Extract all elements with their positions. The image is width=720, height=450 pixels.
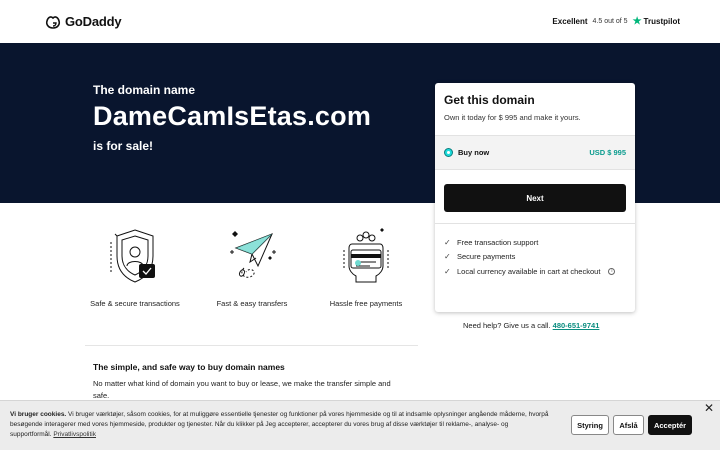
godaddy-logo-icon xyxy=(45,15,61,29)
close-icon[interactable]: ✕ xyxy=(703,401,715,415)
trustpilot-brand: ★ Trustpilot xyxy=(633,16,680,27)
trustpilot-label: Trustpilot xyxy=(643,17,680,26)
feature-text: Free transaction support xyxy=(457,237,539,247)
feature-item: ✓ Secure payments xyxy=(444,250,615,265)
section-divider xyxy=(85,345,418,346)
cookie-text: Vi bruger cookies. Vi bruger værktøjer, … xyxy=(10,410,550,440)
buy-now-option[interactable]: Buy now USD $ 995 xyxy=(435,135,635,170)
radio-selected-icon[interactable] xyxy=(444,148,453,157)
check-icon: ✓ xyxy=(444,237,451,247)
buy-now-label: Buy now xyxy=(458,148,490,157)
hero-kicker: The domain name xyxy=(93,83,196,97)
top-bar: GoDaddy Excellent 4.5 out of 5 ★ Trustpi… xyxy=(0,0,720,43)
feature-item: ✓ Local currency available in cart at ch… xyxy=(444,264,616,279)
brand-name: GoDaddy xyxy=(65,14,122,29)
reject-cookies-button[interactable]: Afslå xyxy=(613,415,644,435)
cookie-title: Vi bruger cookies. xyxy=(10,411,67,418)
cookie-banner: Vi bruger cookies. Vi bruger værktøjer, … xyxy=(0,400,720,450)
paper-plane-icon xyxy=(230,231,276,278)
benefit-payments: Hassle free payments xyxy=(311,222,421,308)
card-subtitle: Own it today for $ 995 and make it yours… xyxy=(444,113,581,122)
feature-item: ✓ Free transaction support xyxy=(444,235,615,250)
manage-cookies-button[interactable]: Styring xyxy=(571,415,609,435)
info-icon[interactable]: i xyxy=(608,267,616,275)
check-icon: ✓ xyxy=(444,266,451,276)
card-divider xyxy=(435,223,635,224)
benefits-row: Safe & secure transactions Fast & easy t… xyxy=(80,222,410,322)
trustpilot-rating[interactable]: Excellent 4.5 out of 5 ★ Trustpilot xyxy=(552,16,680,27)
benefit-label: Safe & secure transactions xyxy=(90,299,180,308)
buy-now-price: USD $ 995 xyxy=(589,148,626,157)
shield-icon xyxy=(110,229,155,283)
buy-now-left: Buy now xyxy=(444,148,489,157)
check-icon: ✓ xyxy=(444,252,451,262)
feature-text: Secure payments xyxy=(457,252,516,262)
benefit-label: Hassle free payments xyxy=(329,299,403,308)
help-phone-link[interactable]: 480-651-9741 xyxy=(553,321,600,330)
next-button[interactable]: Next xyxy=(444,184,626,212)
benefit-transfers: Fast & easy transfers xyxy=(197,222,307,308)
benefit-label: Fast & easy transfers xyxy=(216,299,288,308)
trust-score-text: 4.5 out of 5 xyxy=(592,18,628,25)
star-icon: ★ xyxy=(632,16,642,27)
info-body: No matter what kind of domain you want t… xyxy=(93,379,391,400)
radio-dot xyxy=(447,151,450,154)
card-title: Get this domain xyxy=(444,93,535,107)
help-line: Need help? Give us a call. 480-651-9741 xyxy=(463,321,599,330)
for-sale-text: is for sale! xyxy=(93,139,154,153)
feature-text: Local currency available in cart at chec… xyxy=(457,266,601,276)
privacy-policy-link[interactable]: Privatlivspolitik xyxy=(53,431,96,438)
feature-list: ✓ Free transaction support ✓ Secure paym… xyxy=(444,235,616,279)
info-heading: The simple, and safe way to buy domain n… xyxy=(93,362,285,372)
trust-rating-text: Excellent xyxy=(552,17,588,26)
purchase-card: Get this domain Own it today for $ 995 a… xyxy=(435,83,635,312)
godaddy-logo[interactable]: GoDaddy xyxy=(45,14,122,29)
benefit-secure: Safe & secure transactions xyxy=(80,222,190,308)
help-text: Need help? Give us a call. xyxy=(463,321,551,330)
domain-name-heading: DameCamIsEtas.com xyxy=(93,101,372,131)
accept-cookies-button[interactable]: Acceptér xyxy=(648,415,692,435)
payment-card-hand-icon xyxy=(343,228,389,283)
